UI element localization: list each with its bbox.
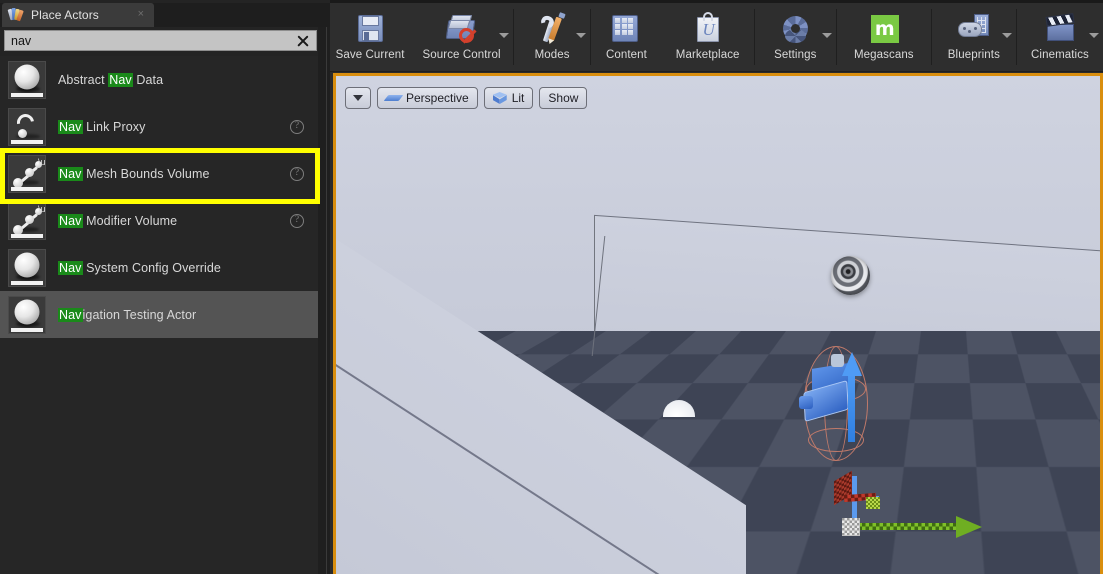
- toolbar-button-source-control[interactable]: Source Control: [410, 3, 513, 72]
- viewport-options-button[interactable]: [345, 87, 371, 109]
- editor-window: Place Actors × nav Abstract Nav Data Nav…: [0, 0, 1103, 574]
- toolbar-label: Marketplace: [675, 49, 740, 61]
- viewport-options-caret-icon: [353, 95, 363, 101]
- viewport-view-mode-label: Lit: [511, 91, 525, 105]
- viewport-view-mode-button[interactable]: Lit: [483, 87, 534, 109]
- viewport-camera-mode-button[interactable]: Perspective: [377, 87, 478, 109]
- place-actors-icon: [7, 7, 24, 23]
- clear-x-icon[interactable]: [292, 31, 314, 50]
- search-match-highlight: Nav: [58, 166, 83, 181]
- search-match-highlight: Nav: [58, 307, 83, 322]
- list-item[interactable]: Navigation Testing Actor: [0, 291, 318, 338]
- list-item-label: Abstract Nav Data: [58, 72, 164, 87]
- gizmo-z-axis[interactable]: [848, 372, 855, 442]
- toolbar-button-modes[interactable]: Modes: [514, 3, 590, 72]
- chevron-down-icon[interactable]: [1089, 33, 1100, 38]
- chevron-down-icon[interactable]: [1001, 33, 1012, 38]
- help-icon[interactable]: ?: [290, 119, 304, 134]
- list-item[interactable]: Nav System Config Override: [0, 244, 318, 291]
- nav-link-proxy-icon: [8, 107, 46, 146]
- panel-gutter: [318, 27, 330, 574]
- list-item-label: Nav Mesh Bounds Volume: [58, 166, 210, 181]
- list-item-label: Nav Link Proxy: [58, 119, 146, 134]
- nav-mesh-icon: \u2726: [8, 201, 46, 240]
- help-icon[interactable]: ?: [290, 213, 304, 228]
- sphere-thumbnail-icon: [8, 60, 46, 99]
- level-viewport[interactable]: Perspective Lit Show: [336, 76, 1100, 574]
- panel-splitter[interactable]: [326, 27, 327, 574]
- toolbar-button-blueprints[interactable]: Blueprints: [932, 3, 1016, 72]
- settings-gear-icon: [778, 12, 812, 46]
- chevron-down-icon[interactable]: [576, 33, 587, 38]
- viewport-show-menu-button[interactable]: Show: [539, 87, 588, 109]
- list-item-label: Navigation Testing Actor: [58, 307, 197, 322]
- toolbar-button-content[interactable]: Content: [591, 3, 661, 72]
- search-row: nav: [0, 27, 330, 54]
- search-match-highlight: Nav: [108, 72, 133, 87]
- place-actors-panel: Place Actors × nav Abstract Nav Data Nav…: [0, 0, 330, 574]
- gizmo-y-arrow[interactable]: [956, 516, 982, 538]
- toolbar-button-save-current[interactable]: Save Current: [330, 3, 410, 72]
- viewport-toolbar: Perspective Lit Show: [345, 86, 588, 110]
- player-start-mesh: [799, 396, 813, 409]
- toolbar-label: Source Control: [422, 49, 501, 61]
- search-match-highlight: Nav: [58, 260, 83, 275]
- modes-icon: [535, 12, 569, 46]
- sphere-reflection-capture-actor[interactable]: [831, 256, 870, 295]
- chevron-down-icon[interactable]: [498, 33, 509, 38]
- toolbar-label: Save Current: [335, 49, 405, 61]
- toolbar-button-megascans[interactable]: m Megascans: [837, 3, 931, 72]
- gizmo-origin-handle[interactable]: [842, 518, 860, 536]
- list-item-label: Nav System Config Override: [58, 260, 221, 275]
- toolbar-button-marketplace[interactable]: U Marketplace: [662, 3, 754, 72]
- viewport-show-label: Show: [548, 91, 579, 105]
- chevron-down-icon[interactable]: [821, 33, 832, 38]
- gizmo-z-arrow[interactable]: [842, 352, 862, 376]
- actor-wireframe-bounds: [808, 428, 864, 452]
- sphere-thumbnail-icon: [8, 248, 46, 287]
- actor-results-list[interactable]: Abstract Nav Data Nav Link Proxy ? \u Na…: [0, 56, 318, 574]
- cinematics-clapboard-icon: [1043, 12, 1077, 46]
- toolbar-label: Content: [605, 49, 647, 61]
- search-match-highlight: Nav: [58, 119, 83, 134]
- toolbar-button-settings[interactable]: Settings: [755, 3, 836, 72]
- gizmo-y-axis[interactable]: [855, 523, 961, 530]
- perspective-icon: [386, 92, 401, 104]
- lit-cube-icon: [492, 91, 507, 105]
- tab-place-actors[interactable]: Place Actors ×: [2, 3, 154, 27]
- list-item[interactable]: \u2726 Nav Mesh Bounds Volume ?: [0, 150, 318, 197]
- toolbar-label: Modes: [534, 49, 570, 61]
- list-item-label: Nav Modifier Volume: [58, 213, 178, 228]
- toolbar-label: Megascans: [853, 49, 914, 61]
- gizmo-xy-plane-handle[interactable]: [866, 497, 880, 509]
- toolbar-label: Blueprints: [947, 49, 1000, 61]
- nav-mesh-icon: \u2726: [8, 154, 46, 193]
- search-input-value: nav: [11, 33, 32, 48]
- toolbar-label: Cinematics: [1031, 49, 1089, 61]
- editor-main-area: Save Current Source Control Modes Conten…: [330, 3, 1103, 574]
- search-match-highlight: Nav: [58, 213, 83, 228]
- list-item[interactable]: Nav Link Proxy ?: [0, 103, 318, 150]
- source-control-icon: [445, 12, 479, 46]
- tab-label: Place Actors: [31, 8, 99, 22]
- list-item[interactable]: \u2726 Nav Modifier Volume ?: [0, 197, 318, 244]
- save-icon: [353, 12, 387, 46]
- viewport-camera-mode-label: Perspective: [406, 91, 469, 105]
- megascans-icon: m: [867, 12, 901, 46]
- search-input[interactable]: nav: [4, 30, 317, 51]
- sphere-thumbnail-icon: [8, 295, 46, 334]
- main-toolbar: Save Current Source Control Modes Conten…: [330, 3, 1103, 72]
- list-item[interactable]: Abstract Nav Data: [0, 56, 318, 103]
- blueprints-icon: [957, 12, 991, 46]
- close-icon[interactable]: ×: [138, 9, 144, 20]
- viewport-focus-border: Perspective Lit Show: [333, 73, 1103, 574]
- content-browser-icon: [609, 12, 643, 46]
- help-icon[interactable]: ?: [290, 166, 304, 181]
- marketplace-bag-icon: U: [691, 12, 725, 46]
- toolbar-button-cinematics[interactable]: Cinematics: [1017, 3, 1103, 72]
- toolbar-label: Settings: [774, 49, 817, 61]
